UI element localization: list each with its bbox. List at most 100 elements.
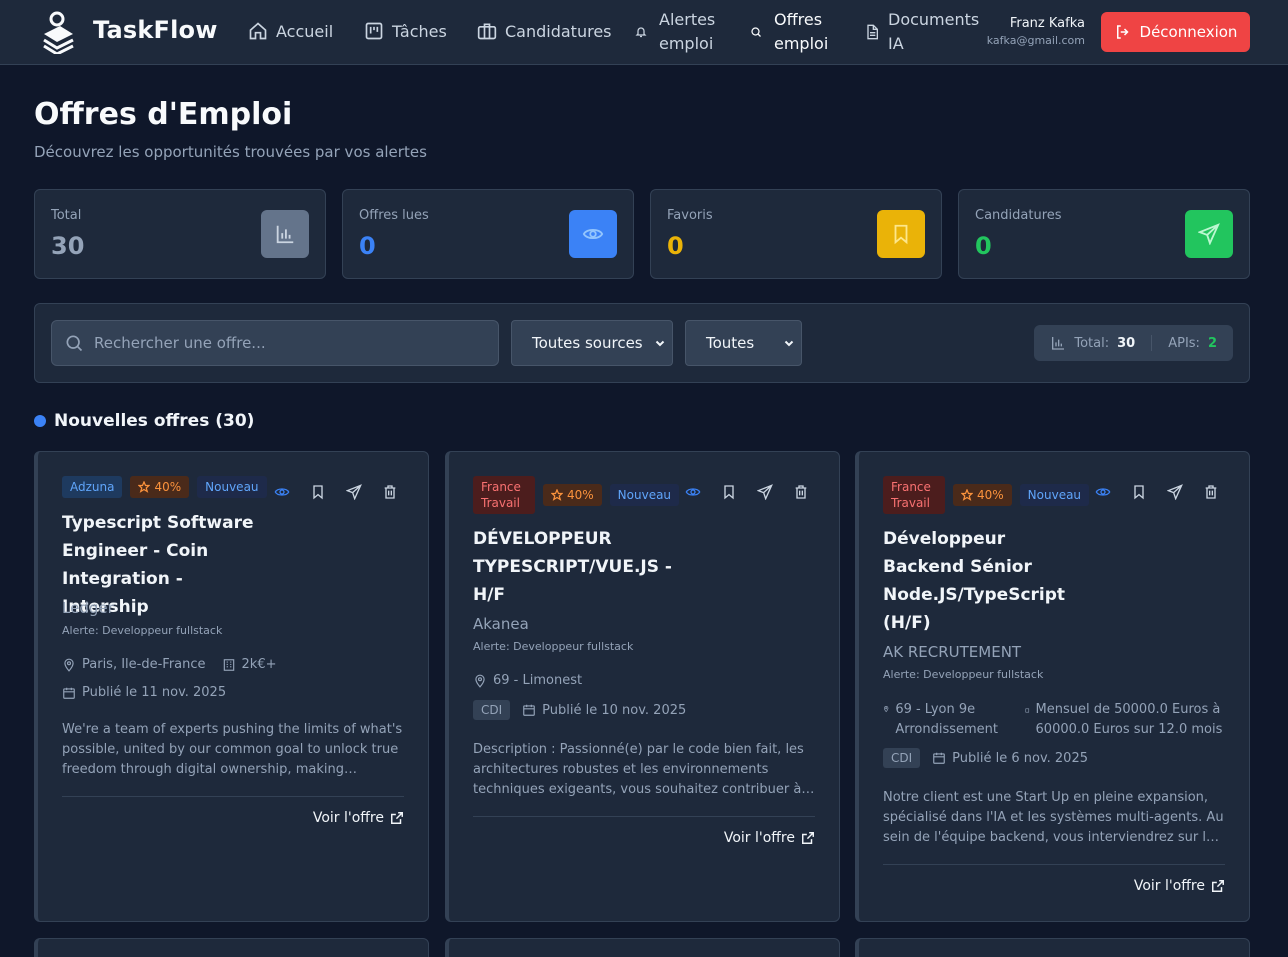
home-icon [249, 22, 267, 40]
send-icon[interactable] [346, 484, 362, 500]
bookmark-icon[interactable] [1131, 484, 1147, 500]
top-navbar: TaskFlow Accueil Tâches Candidatures Ale… [0, 0, 1288, 65]
eye-icon[interactable] [1095, 484, 1111, 500]
bookmark-icon[interactable] [721, 484, 737, 500]
kanban-icon [365, 22, 383, 40]
eye-icon[interactable] [685, 484, 701, 500]
chart-icon [1052, 337, 1065, 350]
source-badge: Adzuna [62, 476, 123, 498]
nav-label: Accueil [276, 21, 334, 41]
send-icon[interactable] [757, 484, 773, 500]
nav-item-documents-ia[interactable]: Documents IA [864, 8, 979, 56]
job-meta: Paris, Ile-de-France 2k€+ [62, 657, 277, 672]
alert-name: Alerte: Developpeur fullstack [883, 668, 1044, 681]
company-name: AK RECRUTEMENT [883, 643, 1022, 661]
contract-badge: CDI [473, 700, 511, 720]
job-card[interactable]: France Travail 40% Nouveau Développeur B… [855, 451, 1250, 922]
job-badges: France Travail 40% Nouveau [473, 476, 680, 514]
job-meta: 69 - Lyon 9e Arrondissement Mensuel de 5… [883, 700, 1225, 740]
alert-name: Alerte: Developpeur fullstack [62, 624, 223, 637]
search-icon [751, 27, 761, 37]
company-name: Ledger [62, 599, 114, 617]
location-icon [64, 658, 74, 672]
nav-label: Tâches [392, 21, 447, 41]
job-title[interactable]: Développeur Backend Sénior Node.JS/TypeS… [883, 525, 1073, 637]
star-icon [138, 481, 151, 493]
calendar-icon [933, 752, 946, 764]
nav-label: Offres emploi [774, 10, 829, 53]
totals-summary: Total: 30 APIs: 2 [1034, 325, 1233, 361]
total-count: 30 [1117, 335, 1136, 351]
calendar-icon [523, 704, 536, 716]
search-icon [66, 335, 83, 352]
job-description: We're a team of experts pushing the limi… [62, 722, 403, 777]
nav-label: Documents IA [888, 10, 980, 53]
stat-label: Candidatures [975, 208, 1062, 223]
external-link-icon [802, 832, 814, 844]
view-offer-link[interactable]: Voir l'offre [724, 830, 815, 846]
job-card[interactable]: Adzuna 40% Nouveau Typescript Software E… [34, 451, 429, 922]
nav-item-offres-emploi[interactable]: Offres emploi [750, 8, 828, 56]
page-subtitle: Découvrez les opportunités trouvées par … [34, 143, 427, 161]
status-badge: Nouveau [1019, 484, 1090, 506]
card-actions [1095, 484, 1219, 500]
location-icon [475, 674, 485, 688]
job-description: Notre client est une Start Up en pleine … [883, 790, 1224, 845]
send-icon [1185, 210, 1233, 258]
job-card[interactable] [34, 938, 429, 957]
nav-item-accueil[interactable]: Accueil [248, 21, 333, 41]
trash-icon[interactable] [793, 484, 809, 500]
taskflow-logo-icon[interactable] [40, 10, 76, 54]
job-card[interactable] [855, 938, 1250, 957]
stat-card-total: Total 30 [34, 189, 326, 279]
logout-icon [1116, 25, 1129, 39]
status-select[interactable]: Toutes [685, 320, 802, 366]
source-select[interactable]: Toutes sources [511, 320, 673, 366]
stat-value: 0 [667, 232, 684, 260]
calendar-icon [63, 687, 75, 699]
location-icon [883, 706, 889, 713]
contract-badge: CDI [883, 748, 921, 768]
status-dot [34, 415, 46, 427]
view-offer-link[interactable]: Voir l'offre [1134, 878, 1225, 894]
logout-button[interactable]: Déconnexion [1101, 12, 1250, 52]
trash-icon[interactable] [1203, 484, 1219, 500]
score-badge: 40% [130, 476, 190, 498]
stat-card-favoris: Favoris 0 [650, 189, 942, 279]
trash-icon[interactable] [382, 484, 398, 500]
eye-icon[interactable] [274, 484, 290, 500]
stat-label: Favoris [667, 208, 713, 223]
stat-card-offres-lues: Offres lues 0 [342, 189, 634, 279]
view-offer-link[interactable]: Voir l'offre [313, 810, 404, 826]
nav-item-taches[interactable]: Tâches [364, 21, 447, 41]
chart-icon [261, 210, 309, 258]
nav-item-alertes-emploi[interactable]: Alertes emploi [635, 8, 715, 56]
search-box[interactable] [51, 320, 499, 366]
job-meta: 69 - Limonest [473, 673, 582, 688]
job-title[interactable]: DÉVELOPPEUR TYPESCRIPT/VUE.JS - H/F [473, 525, 678, 609]
job-card[interactable]: France Travail 40% Nouveau DÉVELOPPEUR T… [445, 451, 840, 922]
user-name: Franz Kafka [1009, 16, 1085, 31]
card-actions [685, 484, 809, 500]
brand-name[interactable]: TaskFlow [93, 16, 218, 44]
search-input[interactable] [94, 334, 474, 352]
user-info: Franz Kafka kafka@gmail.com [987, 15, 1085, 49]
send-icon[interactable] [1167, 484, 1183, 500]
stat-value: 0 [359, 232, 376, 260]
page-title: Offres d'Emploi [34, 97, 293, 132]
document-icon [867, 24, 878, 40]
external-link-icon [1212, 880, 1224, 892]
star-icon [961, 489, 973, 501]
stat-card-candidatures: Candidatures 0 [958, 189, 1250, 279]
job-badges: France Travail 40% Nouveau [883, 476, 1090, 514]
source-badge: France Travail [473, 476, 535, 514]
chevron-down-icon [655, 340, 665, 347]
section-heading: Nouvelles offres (30) [34, 411, 254, 431]
filter-bar: Toutes sources Toutes Total:30 APIs:2 [34, 303, 1250, 383]
nav-label: Candidatures [505, 21, 612, 41]
job-card[interactable] [445, 938, 840, 957]
stat-label: Offres lues [359, 208, 429, 223]
nav-item-candidatures[interactable]: Candidatures [477, 21, 612, 41]
score-badge: 40% [953, 484, 1012, 506]
bookmark-icon[interactable] [310, 484, 326, 500]
